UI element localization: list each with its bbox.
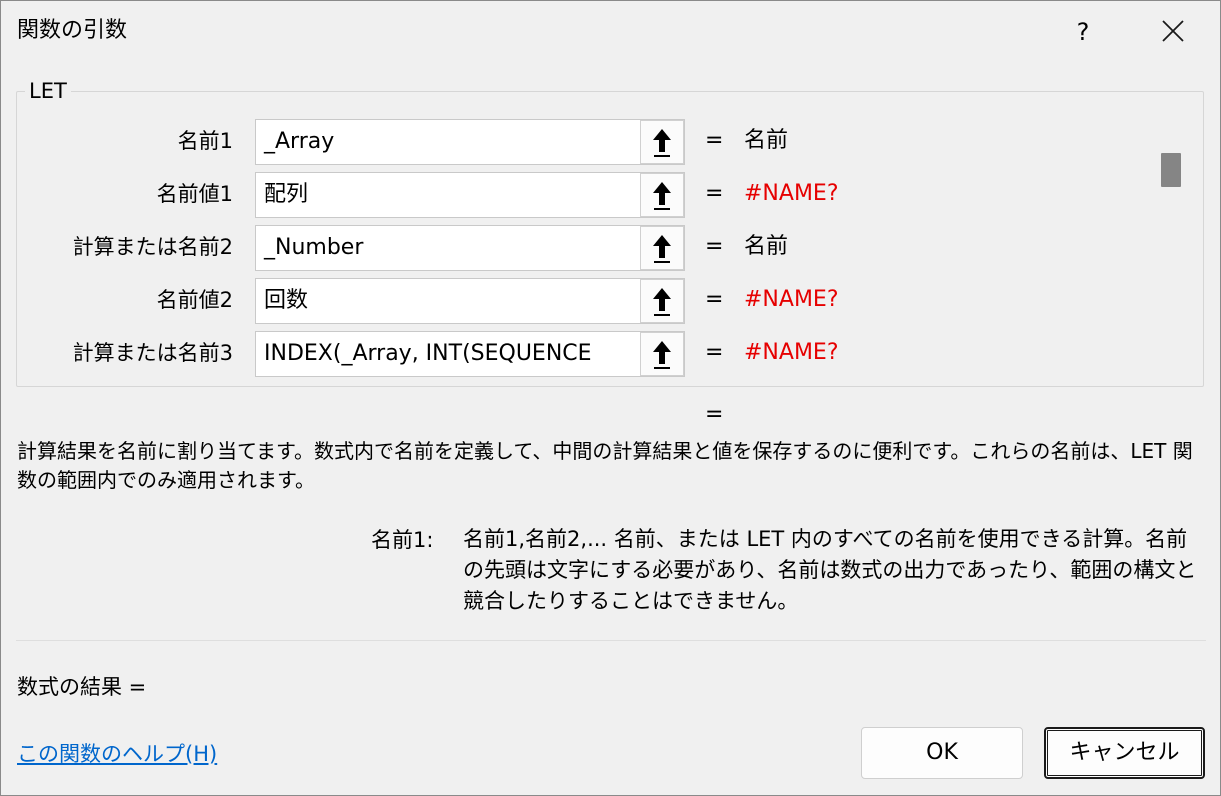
arg-input-value1[interactable]: 配列	[255, 172, 685, 218]
arg-input-value2[interactable]: 回数	[255, 278, 685, 324]
title-bar: 関数の引数 ?	[1, 1, 1220, 63]
arg-label: 名前値1	[156, 182, 233, 206]
arg-label: 計算または名前3	[72, 341, 233, 365]
arg-label: 計算または名前2	[72, 235, 233, 259]
arg-row-name1: 名前1 _Array = 名前	[1, 119, 1151, 165]
equals-sign: =	[705, 234, 724, 259]
collapse-ref-button[interactable]	[640, 120, 684, 164]
group-title: LET	[25, 77, 71, 105]
close-button[interactable]	[1149, 11, 1197, 51]
arguments-scrollbar[interactable]	[1154, 119, 1184, 377]
equals-sign: =	[705, 128, 724, 153]
function-description: 計算結果を名前に割り当てます。数式内で名前を定義して、中間の計算結果と値を保存す…	[17, 439, 1193, 492]
collapse-ref-button[interactable]	[640, 226, 684, 270]
arrow-up-icon	[653, 182, 671, 210]
arg-input-calc2[interactable]: _Number	[255, 225, 685, 271]
arg-row-calc3: 計算または名前3 INDEX(_Array, INT(SEQUENCE = #N…	[1, 331, 1151, 377]
arg-row-calc2: 計算または名前2 _Number = 名前	[1, 225, 1151, 271]
ok-button[interactable]: OK	[861, 727, 1023, 779]
arrow-up-icon	[653, 235, 671, 263]
arg-input-calc3[interactable]: INDEX(_Array, INT(SEQUENCE	[255, 331, 685, 377]
arg-result-error: #NAME?	[744, 340, 839, 365]
function-arguments-dialog: 関数の引数 ? LET 名前1 _Array = 名前 名前値1 配列 = #N…	[0, 0, 1221, 796]
separator	[16, 640, 1206, 641]
arg-row-value2: 名前値2 回数 = #NAME?	[1, 278, 1151, 324]
equals-sign: =	[705, 340, 724, 365]
arg-result-error: #NAME?	[744, 287, 839, 312]
arg-label: 名前1	[177, 129, 233, 153]
collapse-ref-button[interactable]	[640, 279, 684, 323]
help-button[interactable]: ?	[1063, 15, 1103, 49]
arg-help-text: 名前1,名前2,... 名前、または LET 内のすべての名前を使用できる計算。…	[463, 527, 1197, 613]
dialog-title: 関数の引数	[17, 18, 128, 43]
equals-sign: =	[705, 181, 724, 206]
scrollbar-thumb[interactable]	[1161, 153, 1181, 187]
collapse-ref-button[interactable]	[640, 332, 684, 376]
equals-sign: =	[705, 287, 724, 312]
arg-result-error: #NAME?	[744, 181, 839, 206]
formula-result: 数式の結果 =	[17, 675, 147, 699]
arg-result: 名前	[744, 234, 789, 259]
arg-label: 名前値2	[156, 288, 233, 312]
arrow-up-icon	[653, 288, 671, 316]
arg-help-name: 名前1:	[371, 528, 434, 552]
arg-result: 名前	[744, 128, 789, 153]
function-result-equals: =	[705, 402, 724, 427]
cancel-button[interactable]: キャンセル	[1044, 727, 1205, 779]
function-help-link[interactable]: この関数のヘルプ(H)	[17, 738, 217, 770]
arrow-up-icon	[653, 341, 671, 369]
arg-input-name1[interactable]: _Array	[255, 119, 685, 165]
arrow-up-icon	[653, 129, 671, 157]
arg-row-value1: 名前値1 配列 = #NAME?	[1, 172, 1151, 218]
collapse-ref-button[interactable]	[640, 173, 684, 217]
close-icon	[1162, 20, 1184, 42]
